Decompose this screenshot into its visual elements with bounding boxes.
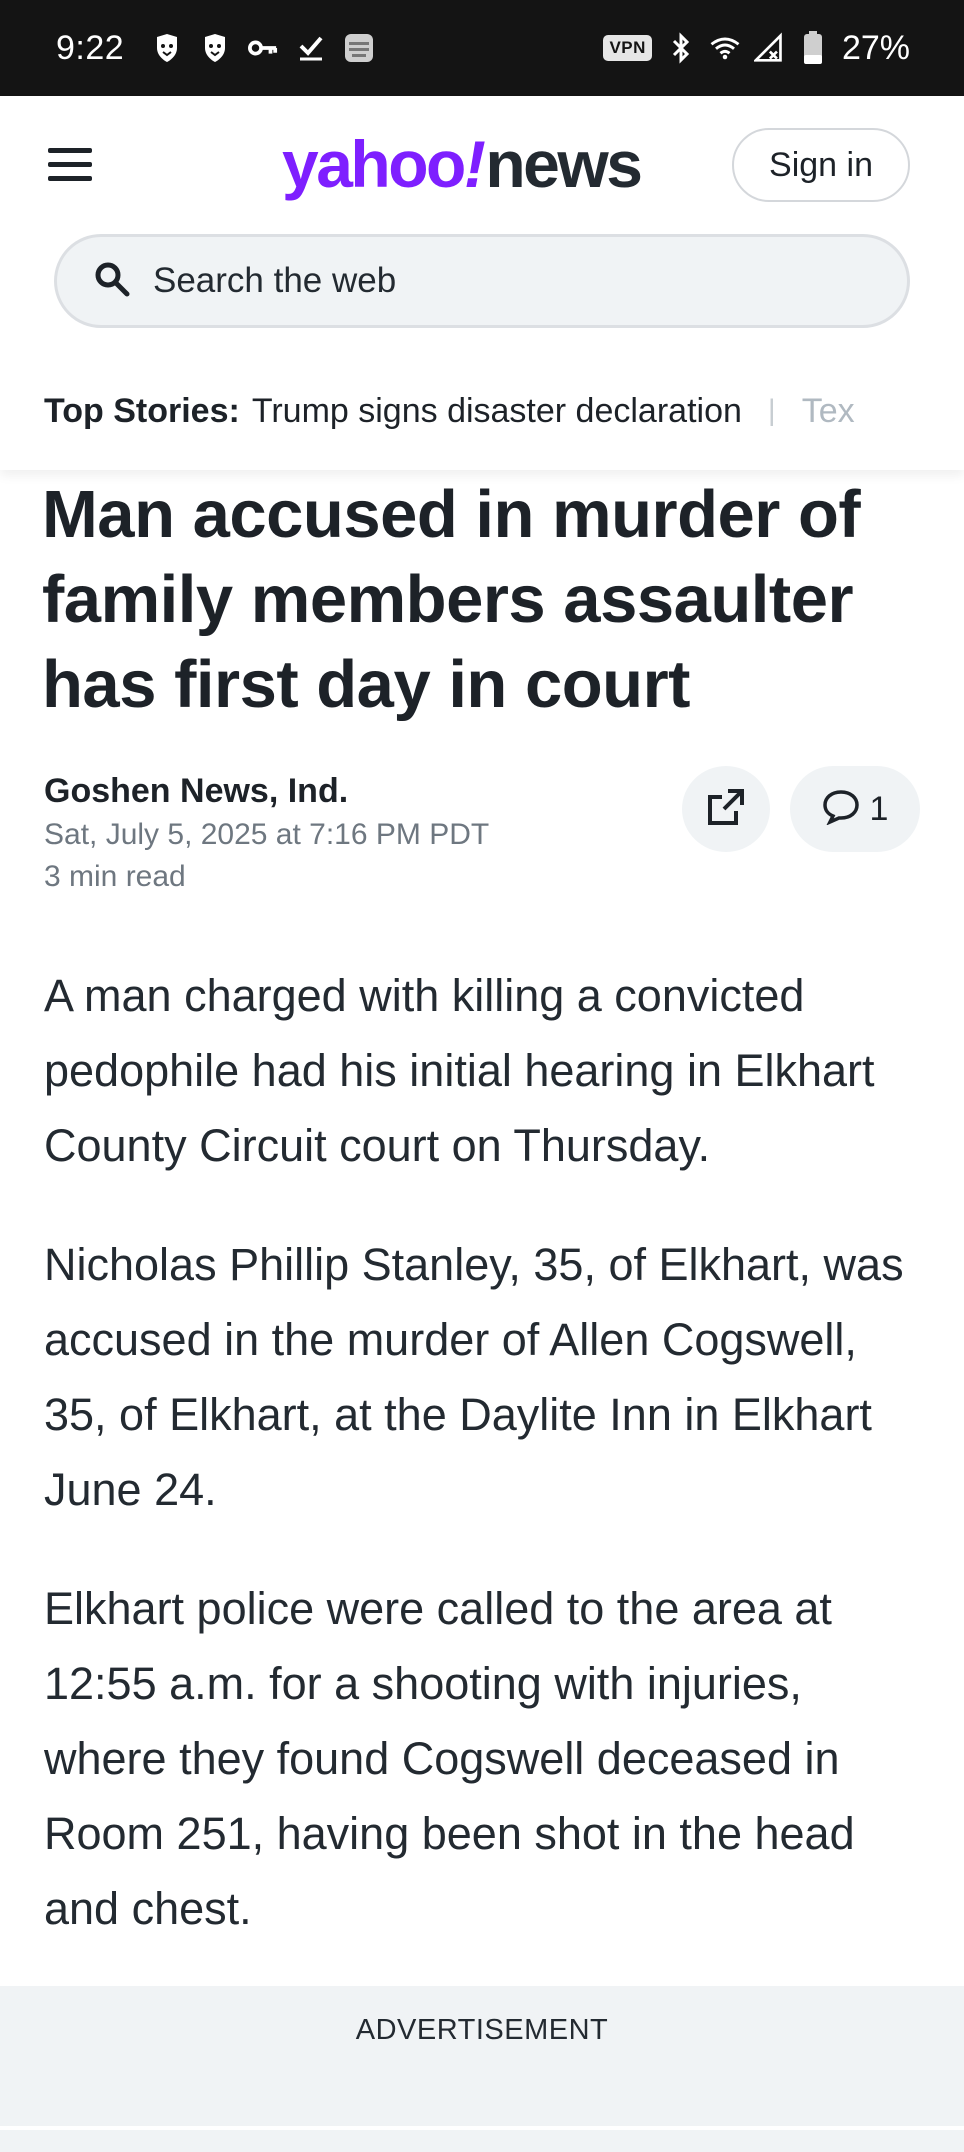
search-input[interactable] bbox=[151, 260, 851, 302]
bluetooth-icon bbox=[666, 32, 696, 64]
article-meta: Goshen News, Ind. Sat, July 5, 2025 at 7… bbox=[44, 770, 644, 898]
vpn-badge: VPN bbox=[603, 35, 652, 61]
article-date: Sat, July 5, 2025 at 7:16 PM PDT bbox=[44, 818, 490, 851]
hamburger-icon-bar bbox=[48, 148, 92, 153]
amazon-shopper-panel-icon bbox=[344, 33, 374, 63]
top-stories-label: Top Stories: bbox=[44, 391, 240, 430]
top-stories-ticker: Top Stories: Trump signs disaster declar… bbox=[44, 386, 964, 436]
advertisement-label: ADVERTISEMENT bbox=[355, 2014, 609, 2046]
top-story-link[interactable]: Tex bbox=[802, 392, 855, 431]
top-story-link[interactable]: Trump signs disaster declaration bbox=[252, 392, 742, 431]
article-source[interactable]: Goshen News, Ind. bbox=[44, 770, 644, 812]
share-button[interactable] bbox=[682, 766, 770, 852]
read-time: 3 min read bbox=[44, 860, 186, 893]
logo-bang-text: ! bbox=[463, 127, 486, 201]
status-time: 9:22 bbox=[56, 28, 125, 67]
wifi-icon bbox=[710, 33, 740, 63]
key-icon bbox=[248, 33, 278, 63]
hamburger-icon-bar bbox=[48, 176, 92, 181]
brave-shield-icon-2 bbox=[200, 33, 230, 63]
logo-yahoo-text: yahoo bbox=[282, 127, 466, 201]
article-paragraph: Elkhart police were called to the area a… bbox=[44, 1583, 855, 1934]
search-bar[interactable] bbox=[54, 234, 910, 328]
comment-icon bbox=[822, 789, 860, 830]
divider bbox=[0, 2126, 964, 2130]
share-icon bbox=[706, 787, 746, 832]
search-icon bbox=[93, 260, 131, 303]
article-paragraph: Nicholas Phillip Stanley, 35, of Elkhart… bbox=[44, 1239, 904, 1515]
status-left: 9:22 bbox=[56, 29, 374, 68]
comment-count: 1 bbox=[869, 789, 889, 828]
battery-percent: 27% bbox=[841, 28, 910, 67]
article-headline: Man accused in murder of family members … bbox=[42, 477, 861, 722]
hamburger-icon-bar bbox=[48, 162, 92, 167]
advertisement-slot: ADVERTISEMENT bbox=[0, 1986, 964, 2152]
article-body: A man charged with killing a convicted p… bbox=[44, 958, 924, 1990]
status-bar: 9:22 VPN 27% bbox=[0, 0, 964, 96]
article-paragraph: A man charged with killing a convicted p… bbox=[44, 970, 875, 1171]
check-download-icon bbox=[296, 33, 326, 63]
yahoo-news-logo[interactable]: yahoo ! news bbox=[282, 126, 643, 206]
ticker-divider: | bbox=[767, 394, 776, 427]
comments-button[interactable]: 1 bbox=[790, 766, 920, 852]
battery-icon bbox=[798, 31, 828, 64]
menu-button[interactable] bbox=[48, 148, 92, 188]
brave-shield-icon bbox=[152, 33, 182, 63]
status-right: VPN 27% bbox=[603, 29, 910, 68]
signal-off-icon bbox=[753, 32, 784, 63]
sign-in-button[interactable]: Sign in bbox=[732, 128, 910, 202]
logo-news-text: news bbox=[485, 127, 643, 201]
site-header: yahoo ! news Sign in Top Stories: Trump … bbox=[0, 96, 964, 470]
